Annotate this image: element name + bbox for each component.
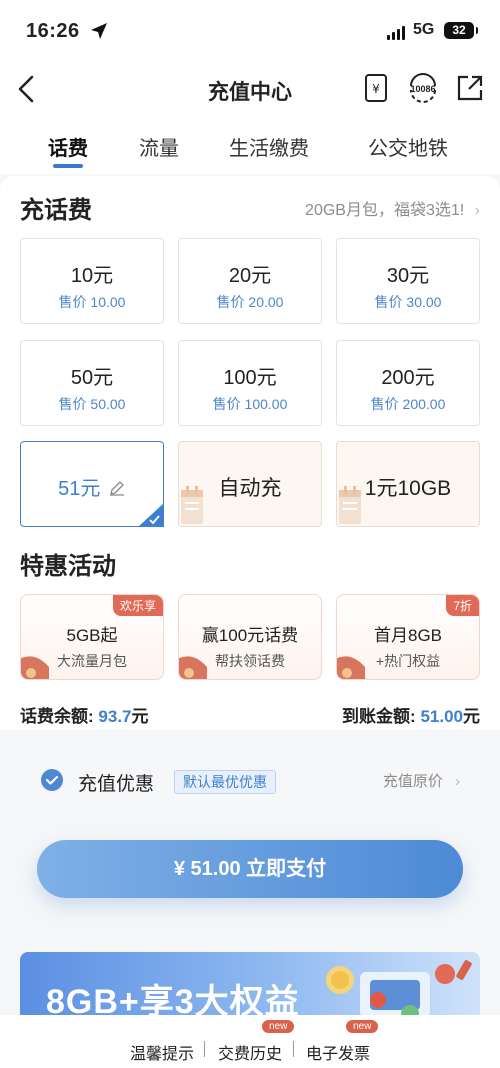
calendar-icon	[339, 486, 361, 524]
gift-coins-illustration	[326, 960, 472, 1018]
location-arrow-icon	[91, 23, 107, 39]
svg-text:¥: ¥	[372, 82, 380, 96]
navigation-bar: 充值中心 ¥ 10086	[0, 62, 500, 118]
amount-label: 10元	[70, 265, 114, 287]
activity-card-first-month[interactable]: 7折 首月8GB +热门权益	[336, 594, 480, 680]
new-badge: new	[262, 1020, 295, 1033]
original-price-label: 充值原价	[382, 773, 443, 790]
new-badge: new	[346, 1020, 379, 1033]
custom-amount: 51元	[21, 472, 163, 501]
amount-option-200[interactable]: 200元 售价 200.00	[336, 340, 480, 426]
promo-banner[interactable]: 8GB+享3大权益	[20, 952, 480, 1018]
gift-icon	[179, 656, 207, 679]
pay-now-button[interactable]: ¥ 51.00 立即支付	[37, 840, 463, 898]
discount-row[interactable]: 充值优惠 默认最优优惠 充值原价 ›	[20, 748, 480, 812]
price-label: 售价 10.00	[58, 294, 126, 310]
activity-title: 赢100元话费	[201, 626, 299, 645]
arrival-unit: 元	[463, 707, 480, 726]
footer-divider	[204, 1041, 205, 1057]
activity-card-data-pack[interactable]: 欢乐享 5GB起 大流量月包	[20, 594, 164, 680]
amount-option-100[interactable]: 100元 售价 100.00	[178, 340, 322, 426]
bill-icon[interactable]: ¥	[360, 72, 392, 104]
amount-option-20[interactable]: 20元 售价 20.00	[178, 238, 322, 324]
auto-recharge-option[interactable]: 自动充	[178, 441, 322, 527]
arrival-info: 到账金额: 51.00元	[342, 702, 480, 727]
footer-tips-link[interactable]: 温馨提示	[130, 1040, 194, 1064]
activity-badge: 欢乐享	[112, 595, 163, 616]
chevron-right-icon: ›	[455, 773, 460, 790]
amount-label: 200元	[381, 367, 435, 389]
activity-badge: 7折	[446, 595, 479, 616]
discount-tag: 默认最优优惠	[174, 770, 276, 794]
balance-unit: 元	[131, 707, 149, 726]
price-label: 售价 100.00	[212, 396, 288, 412]
price-label: 售价 50.00	[58, 396, 126, 412]
status-time: 16:26	[26, 20, 80, 42]
chevron-right-icon: ›	[474, 202, 480, 219]
network-type: 5G	[413, 21, 435, 38]
gift-icon	[337, 656, 365, 679]
activity-title: 5GB起	[66, 626, 118, 645]
activities-title: 特惠活动	[20, 553, 116, 580]
status-bar: 16:26 5G 32	[0, 0, 500, 62]
price-label: 售价 20.00	[216, 294, 284, 310]
footer-history-link[interactable]: 交费历史	[218, 1040, 282, 1064]
service-label: 10086	[410, 84, 435, 94]
original-price-link[interactable]: 充值原价 ›	[383, 770, 460, 791]
discount-label: 充值优惠	[78, 774, 155, 795]
activity-card-phone-credit[interactable]: 赢100元话费 帮扶领话费	[178, 594, 322, 680]
tab-phone-fee[interactable]: 话费	[48, 132, 88, 161]
balance-value: 93.7	[98, 707, 132, 726]
category-tabs: 话费 流量 生活缴费 公交地铁	[0, 118, 500, 174]
amount-option-10[interactable]: 10元 售价 10.00	[20, 238, 164, 324]
balance-info: 话费余额: 93.7元	[20, 702, 149, 727]
amount-label: 100元	[223, 367, 277, 389]
10086-service-icon[interactable]: 10086	[406, 72, 440, 104]
tab-data[interactable]: 流量	[139, 132, 179, 161]
battery-icon: 32	[444, 22, 478, 39]
recharge-title: 充话费	[20, 197, 92, 224]
data-pack-option[interactable]: 1元10GB	[336, 441, 480, 527]
amount-label: 30元	[386, 265, 430, 287]
share-icon[interactable]	[454, 72, 486, 104]
active-tab-indicator	[53, 164, 83, 168]
cellular-signal-icon	[387, 24, 405, 40]
tab-utilities[interactable]: 生活缴费	[229, 132, 309, 161]
amount-option-30[interactable]: 30元 售价 30.00	[336, 238, 480, 324]
calendar-icon	[181, 486, 203, 524]
amount-option-50[interactable]: 50元 售价 50.00	[20, 340, 164, 426]
price-label: 售价 30.00	[374, 294, 442, 310]
price-label: 售价 200.00	[370, 396, 446, 412]
footer-divider	[293, 1041, 294, 1057]
selected-check-icon	[138, 503, 164, 527]
balance-label: 话费余额:	[20, 707, 94, 726]
amount-label: 20元	[228, 265, 272, 287]
arrival-value: 51.00	[420, 707, 463, 726]
amount-label: 50元	[70, 367, 114, 389]
check-circle-icon[interactable]	[40, 768, 64, 792]
custom-amount-option[interactable]: 51元	[20, 441, 164, 527]
promo-text: 20GB月包，福袋3选1!	[305, 202, 465, 219]
footer-links: 温馨提示 交费历史 new 电子发票 new	[0, 1015, 500, 1068]
custom-amount-value: 51元	[58, 478, 101, 500]
arrival-label: 到账金额:	[342, 707, 416, 726]
activity-title: 首月8GB	[373, 626, 443, 645]
pencil-icon	[109, 481, 124, 496]
footer-invoice-link[interactable]: 电子发票	[306, 1040, 370, 1064]
tab-transit[interactable]: 公交地铁	[368, 132, 448, 161]
promo-link[interactable]: 20GB月包，福袋3选1! ›	[305, 196, 480, 220]
gift-icon	[21, 656, 49, 679]
banner-text: 8GB+享3大权益	[46, 983, 300, 1018]
